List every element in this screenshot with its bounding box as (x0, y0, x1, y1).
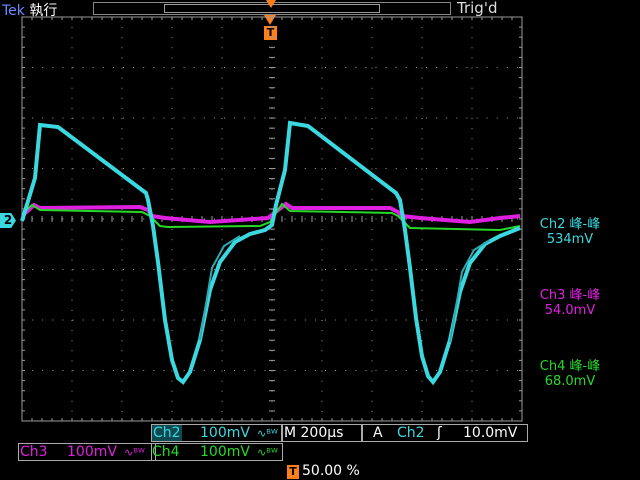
trace-ch2 (20, 120, 521, 386)
ch2-scale[interactable]: 100mV (200, 425, 250, 441)
timebase[interactable]: M 200µs (284, 425, 343, 441)
ch2-name: Ch2 (152, 425, 182, 441)
ch4-name: Ch4 (152, 444, 180, 460)
measurement-label: Ch4 峰-峰 (539, 359, 601, 374)
measurement-label: Ch3 峰-峰 (539, 288, 601, 303)
trigger-position-icon-small: T (287, 465, 299, 479)
trigger-source[interactable]: Ch2 (397, 425, 425, 441)
measurement-value: 534mV (546, 232, 594, 247)
ch4-bandwidth-icon: ∿ᴮᵂ (257, 446, 278, 459)
trigger-mode: A (373, 425, 383, 441)
ch4-scale[interactable]: 100mV (200, 444, 250, 460)
trigger-position-value: 50.00 % (302, 463, 360, 479)
ch3-name: Ch3 (20, 444, 48, 460)
trigger-level[interactable]: 10.0mV (463, 425, 517, 441)
ch3-scale[interactable]: 100mV (67, 444, 117, 460)
trigger-position-readout[interactable]: T 50.00 % (287, 463, 360, 479)
measurement-label: Ch2 峰-峰 (539, 217, 601, 232)
measurement-value: 68.0mV (544, 374, 596, 389)
measurement-ch2: Ch2 峰-峰 534mV (510, 213, 630, 247)
measurement-ch4: Ch4 峰-峰 68.0mV (510, 355, 630, 389)
trigger-slope-icon: ʃ (437, 425, 442, 441)
measurement-ch3: Ch3 峰-峰 54.0mV (510, 284, 630, 318)
ch2-bandwidth-icon: ∿ᴮᵂ (257, 427, 278, 440)
ch3-bandwidth-icon: ∿ᴮᵂ (124, 446, 145, 459)
measurement-value: 54.0mV (544, 303, 596, 318)
